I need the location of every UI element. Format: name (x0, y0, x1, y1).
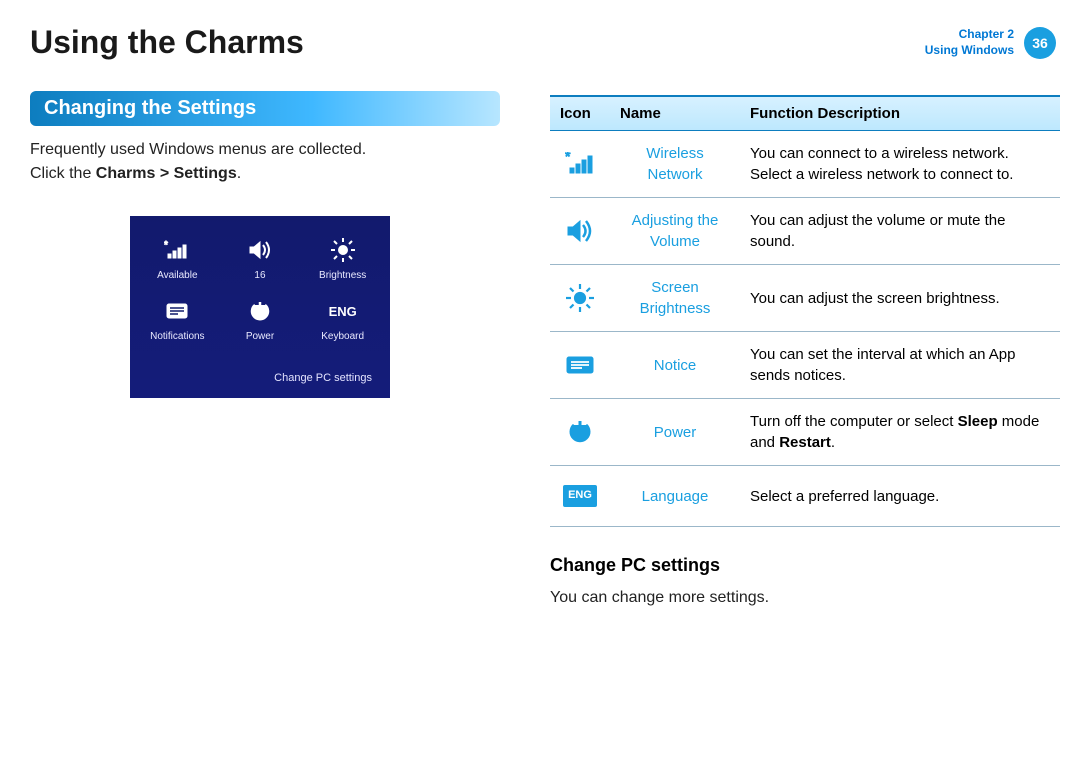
table-header-row: Icon Name Function Description (550, 96, 1060, 131)
row-name: Wireless Network (610, 131, 740, 198)
row-name: Language (610, 466, 740, 527)
th-icon: Icon (550, 96, 610, 131)
subsection-body: You can change more settings. (550, 586, 1060, 610)
notifications-icon (560, 347, 600, 383)
page-header: Using the Charms Chapter 2 Using Windows… (0, 0, 1080, 71)
network-icon: * (560, 146, 600, 182)
charms-panel: * Available (130, 216, 390, 398)
row-name: Power (610, 399, 740, 466)
row-name: Adjusting the Volume (610, 198, 740, 265)
power-icon (560, 414, 600, 450)
language-icon: ENG (560, 478, 600, 514)
left-column: Changing the Settings Frequently used Wi… (30, 91, 510, 610)
charm-network[interactable]: * Available (138, 236, 217, 281)
header-meta: Chapter 2 Using Windows 36 (925, 27, 1056, 59)
charm-notifications[interactable]: Notifications (138, 297, 217, 342)
intro-line2: Click the Charms > Settings. (30, 162, 510, 186)
page-title: Using the Charms (30, 24, 304, 61)
subsection-heading: Change PC settings (550, 555, 1060, 576)
row-desc: Select a preferred language. (740, 466, 1060, 527)
charm-brightness-label: Brightness (303, 270, 382, 281)
row-name: Screen Brightness (610, 265, 740, 332)
intro-click-suffix: . (237, 165, 241, 182)
volume-icon (560, 213, 600, 249)
notifications-icon (138, 297, 217, 325)
network-icon: * (138, 236, 217, 264)
intro-click-prefix: Click the (30, 165, 96, 182)
charms-grid: * Available (138, 236, 382, 342)
table-row: Adjusting the Volume You can adjust the … (550, 198, 1060, 265)
keyboard-lang-text: ENG (329, 304, 357, 319)
row-desc: You can adjust the screen brightness. (740, 265, 1060, 332)
charm-keyboard-label: Keyboard (303, 331, 382, 342)
brightness-icon (560, 280, 600, 316)
content: Changing the Settings Frequently used Wi… (0, 71, 1080, 610)
th-name: Name (610, 96, 740, 131)
power-icon (221, 297, 300, 325)
table-row: Notice You can set the interval at which… (550, 332, 1060, 399)
charm-brightness[interactable]: Brightness (303, 236, 382, 281)
charm-volume[interactable]: 16 (221, 236, 300, 281)
th-desc: Function Description (740, 96, 1060, 131)
right-column: Icon Name Function Description * (550, 91, 1060, 610)
chapter-section: Using Windows (925, 43, 1014, 59)
charm-notifications-label: Notifications (138, 331, 217, 342)
language-badge: ENG (563, 485, 597, 506)
row-desc: You can set the interval at which an App… (740, 332, 1060, 399)
charm-power[interactable]: Power (221, 297, 300, 342)
table-row: Screen Brightness You can adjust the scr… (550, 265, 1060, 332)
row-name: Notice (610, 332, 740, 399)
row-desc: Turn off the computer or select Sleep mo… (740, 399, 1060, 466)
charm-keyboard[interactable]: ENG Keyboard (303, 297, 382, 342)
chapter-label: Chapter 2 (925, 27, 1014, 43)
charm-volume-label: 16 (221, 270, 300, 281)
keyboard-icon: ENG (303, 297, 382, 325)
charm-network-label: Available (138, 270, 217, 281)
chapter-block: Chapter 2 Using Windows (925, 27, 1014, 58)
intro-click-bold: Charms > Settings (96, 165, 237, 182)
table-row: * Wireless Network You can connect to a … (550, 131, 1060, 198)
charms-footer-link[interactable]: Change PC settings (138, 342, 382, 386)
table-row: ENG Language Select a preferred language… (550, 466, 1060, 527)
row-desc: You can connect to a wireless network. S… (740, 131, 1060, 198)
brightness-icon (303, 236, 382, 264)
page-number-badge: 36 (1024, 27, 1056, 59)
charm-power-label: Power (221, 331, 300, 342)
svg-text:*: * (565, 152, 571, 164)
row-desc: You can adjust the volume or mute the so… (740, 198, 1060, 265)
settings-table: Icon Name Function Description * (550, 95, 1060, 527)
table-row: Power Turn off the computer or select Sl… (550, 399, 1060, 466)
volume-icon (221, 236, 300, 264)
svg-text:*: * (164, 240, 168, 251)
section-heading: Changing the Settings (30, 91, 500, 126)
intro-line1: Frequently used Windows menus are collec… (30, 138, 510, 162)
